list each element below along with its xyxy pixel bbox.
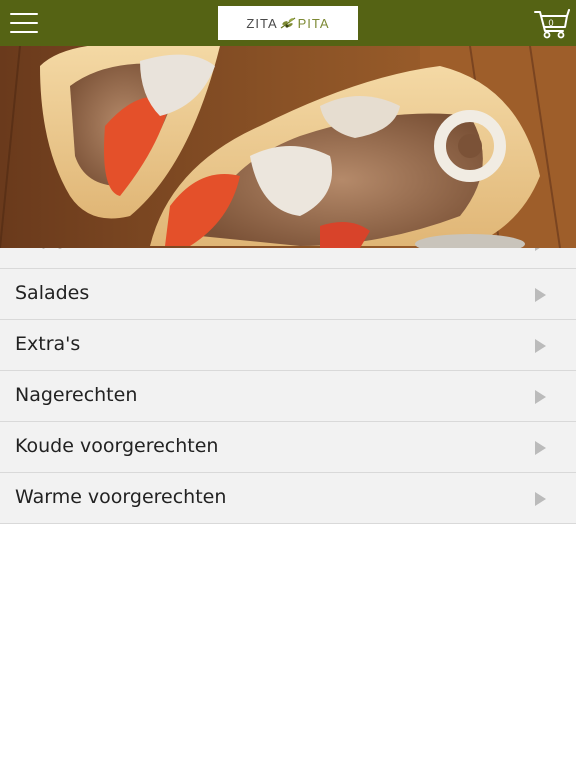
list-item[interactable]: Salades [0, 269, 576, 320]
category-label: Nagerechten [15, 384, 138, 406]
logo-wordmark: ZITA PITA [246, 16, 329, 31]
hamburger-icon[interactable] [10, 12, 38, 34]
chevron-right-icon [535, 390, 546, 404]
cart-count-badge: 0 [548, 18, 554, 28]
logo[interactable]: ZITA PITA [218, 6, 358, 40]
olive-branch-icon [280, 17, 295, 29]
list-item[interactable]: Warme voorgerechten [0, 473, 576, 524]
category-label: Salades [15, 282, 90, 304]
hamburger-line [10, 31, 38, 33]
logo-text-left: ZITA [246, 15, 278, 31]
chevron-right-icon [535, 492, 546, 506]
category-label: Warme voorgerechten [15, 486, 227, 508]
list-item[interactable]: Nagerechten [0, 371, 576, 422]
chevron-right-icon [535, 441, 546, 455]
category-label: Extra's [15, 333, 81, 355]
list-item[interactable]: Koude voorgerechten [0, 422, 576, 473]
hero-food-image [0, 46, 576, 248]
category-label: Koude voorgerechten [15, 435, 219, 457]
app-screen: ZITA PITA 0 Salades Extra's Nagerechten … [0, 0, 576, 768]
menu-category-list: Pita's Salades Extra's Nagerechten Koude… [0, 218, 576, 524]
cart-button[interactable]: 0 [534, 8, 570, 40]
hamburger-line [10, 22, 38, 24]
chevron-right-icon [535, 288, 546, 302]
top-bar: ZITA PITA 0 [0, 0, 576, 46]
chevron-right-icon [535, 339, 546, 353]
hamburger-line [10, 13, 38, 15]
logo-text-right: PITA [297, 15, 330, 31]
list-item[interactable]: Extra's [0, 320, 576, 371]
